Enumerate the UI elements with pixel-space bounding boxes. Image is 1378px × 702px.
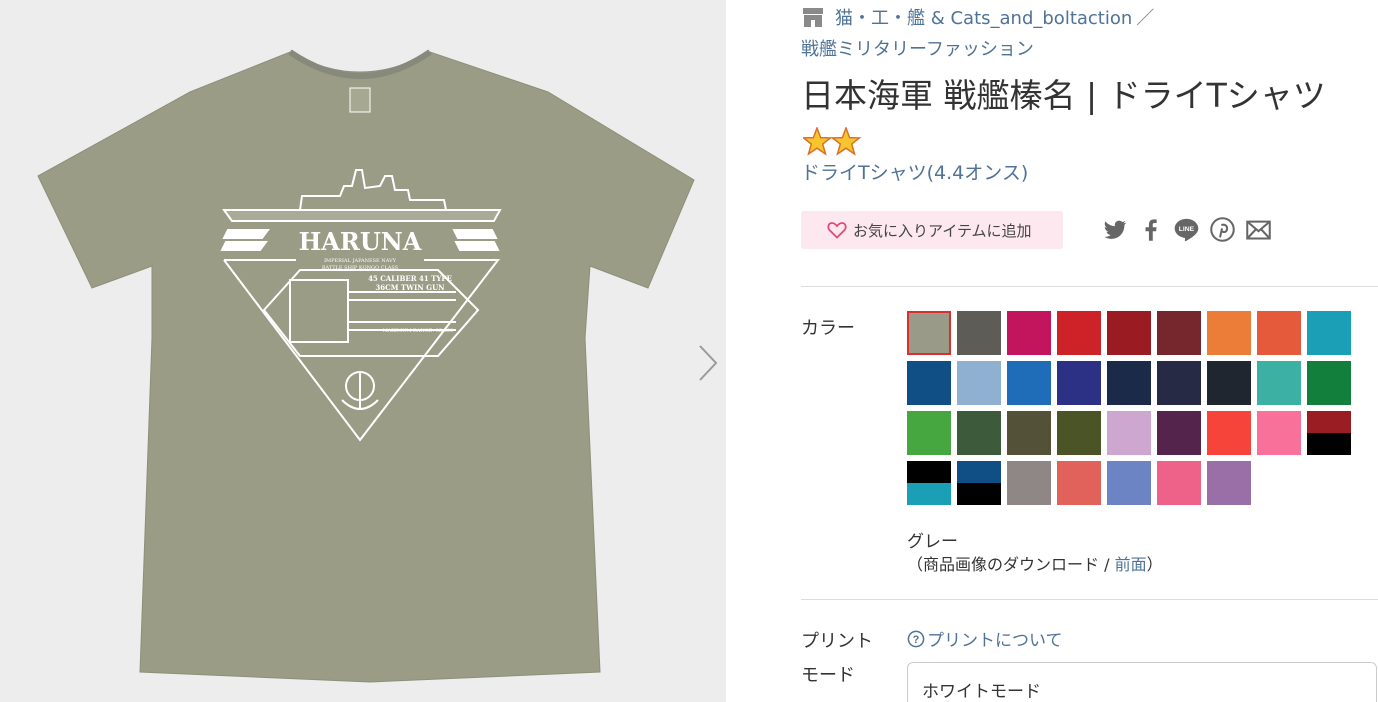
- share-icons: LINE: [1101, 216, 1272, 243]
- color-swatch[interactable]: [1057, 361, 1101, 405]
- color-swatch[interactable]: [1207, 411, 1251, 455]
- color-swatch[interactable]: [957, 461, 1001, 505]
- divider: [801, 599, 1378, 600]
- product-title: 日本海軍 戦艦榛名 | ドライTシャツ: [801, 74, 1361, 162]
- color-swatch[interactable]: [1057, 311, 1101, 355]
- color-swatch[interactable]: [1107, 311, 1151, 355]
- product-image-pane: HARUNA IMPERIAL JAPANESE NAVY BATTLE SHI…: [0, 0, 726, 702]
- color-swatch[interactable]: [1107, 461, 1151, 505]
- color-swatch[interactable]: [1007, 361, 1051, 405]
- svg-text:IMPERIAL JAPANESE NAVY: IMPERIAL JAPANESE NAVY: [324, 258, 397, 264]
- color-swatch[interactable]: [907, 361, 951, 405]
- color-swatch[interactable]: [1007, 411, 1051, 455]
- svg-text:?: ?: [913, 634, 920, 646]
- svg-text:BATTLE SHIP KONGO CLASS: BATTLE SHIP KONGO CLASS: [322, 265, 399, 271]
- selected-color-name: グレー: [907, 532, 958, 552]
- color-swatch[interactable]: [1307, 411, 1351, 455]
- color-swatch[interactable]: [957, 411, 1001, 455]
- download-front-link[interactable]: 前面: [1115, 555, 1147, 574]
- svg-text:MAXIMUM RANGE: 35,000: MAXIMUM RANGE: 35,000: [383, 328, 453, 334]
- color-swatch[interactable]: [1007, 461, 1051, 505]
- add-favorite-button[interactable]: お気に入りアイテムに追加: [801, 211, 1063, 249]
- print-mode-select[interactable]: ホワイトモード: [907, 662, 1377, 702]
- divider: [801, 286, 1378, 287]
- print-about-label: プリントについて: [927, 631, 1063, 651]
- color-swatch[interactable]: [957, 361, 1001, 405]
- svg-text:45 CALIBER 41 TYPE: 45 CALIBER 41 TYPE: [368, 274, 452, 283]
- print-about-link[interactable]: ? プリントについて: [907, 626, 1063, 651]
- color-swatch[interactable]: [1007, 311, 1051, 355]
- svg-text:36CM TWIN GUN: 36CM TWIN GUN: [375, 283, 445, 292]
- color-swatch[interactable]: [907, 311, 951, 355]
- product-info: 猫・工・艦 & Cats_and_boltaction ／ 戦艦ミリタリーファッ…: [801, 0, 1378, 702]
- color-swatch[interactable]: [907, 461, 951, 505]
- color-swatch[interactable]: [1307, 311, 1351, 355]
- mail-icon[interactable]: [1245, 216, 1272, 243]
- star-icon: [803, 126, 861, 156]
- color-swatch[interactable]: [1107, 411, 1151, 455]
- tshirt-shape: [37, 51, 695, 683]
- color-swatch[interactable]: [1257, 361, 1301, 405]
- color-swatch[interactable]: [1207, 461, 1251, 505]
- product-image: HARUNA IMPERIAL JAPANESE NAVY BATTLE SHI…: [37, 49, 695, 683]
- heart-icon: [827, 222, 847, 239]
- color-swatch[interactable]: [957, 311, 1001, 355]
- download-suffix: ）: [1146, 555, 1163, 574]
- pinterest-icon[interactable]: [1209, 216, 1236, 243]
- color-swatch[interactable]: [1157, 311, 1201, 355]
- shop-icon: [803, 8, 823, 27]
- color-swatch[interactable]: [1207, 361, 1251, 405]
- twitter-icon[interactable]: [1101, 216, 1128, 243]
- color-swatch[interactable]: [907, 411, 951, 455]
- color-swatch[interactable]: [1107, 361, 1151, 405]
- color-label: カラー: [801, 318, 855, 339]
- color-swatch[interactable]: [1257, 411, 1301, 455]
- line-icon[interactable]: LINE: [1173, 216, 1200, 243]
- add-favorite-label: お気に入りアイテムに追加: [853, 221, 1032, 240]
- color-swatch[interactable]: [1057, 461, 1101, 505]
- image-download-line: （商品画像のダウンロード / 前面）: [907, 551, 1163, 575]
- shop-name-link[interactable]: 猫・工・艦 & Cats_and_boltaction: [835, 4, 1132, 30]
- color-swatch[interactable]: [1307, 361, 1351, 405]
- category-link[interactable]: 戦艦ミリタリーファッション: [801, 35, 1034, 61]
- download-prefix: （商品画像のダウンロード /: [907, 555, 1115, 574]
- color-swatch[interactable]: [1157, 461, 1201, 505]
- item-type-link[interactable]: ドライTシャツ(4.4オンス): [801, 158, 1028, 185]
- chevron-right-icon[interactable]: [692, 340, 722, 386]
- question-circle-icon: ?: [907, 630, 925, 647]
- product-title-text: 日本海軍 戦艦榛名 | ドライTシャツ: [801, 76, 1326, 115]
- color-swatch[interactable]: [1057, 411, 1101, 455]
- breadcrumb-separator: ／: [1136, 8, 1155, 29]
- print-label: プリント: [801, 631, 873, 652]
- print-ship-name: HARUNA: [299, 227, 422, 256]
- color-swatch[interactable]: [1257, 311, 1301, 355]
- color-swatch[interactable]: [1157, 411, 1201, 455]
- shop-breadcrumb: 猫・工・艦 & Cats_and_boltaction ／: [801, 4, 1154, 30]
- color-swatch[interactable]: [1207, 311, 1251, 355]
- facebook-icon[interactable]: [1137, 216, 1164, 243]
- svg-text:LINE: LINE: [1179, 226, 1195, 233]
- color-swatch[interactable]: [1157, 361, 1201, 405]
- mode-label: モード: [801, 665, 855, 686]
